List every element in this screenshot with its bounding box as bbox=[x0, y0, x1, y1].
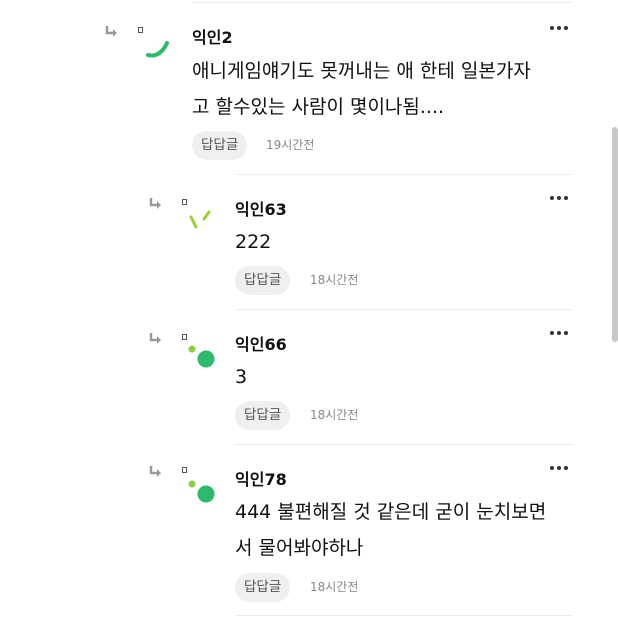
more-options-icon[interactable] bbox=[550, 193, 572, 203]
image-placeholder-icon bbox=[182, 467, 187, 473]
comment-author[interactable]: 익인78 bbox=[235, 466, 287, 490]
comment-author[interactable]: 익인66 bbox=[235, 331, 287, 355]
more-options-icon[interactable] bbox=[550, 23, 572, 33]
reply-arrow-icon bbox=[149, 466, 161, 477]
comment-text-line: 애니게임얘기도 못꺼내는 애 한테 일본가자 bbox=[192, 60, 531, 82]
divider bbox=[235, 444, 573, 445]
reply-button[interactable]: 답답글 bbox=[235, 401, 291, 430]
comment-timestamp: 18시간전 bbox=[310, 273, 359, 287]
avatar[interactable] bbox=[182, 203, 218, 239]
reply-button[interactable]: 답답글 bbox=[235, 266, 291, 295]
comment-text-line: 고 할수있는 사람이 몇이나됨.... bbox=[192, 96, 445, 118]
comment-author[interactable]: 익인2 bbox=[192, 24, 233, 48]
avatar[interactable] bbox=[182, 340, 218, 376]
comment-timestamp: 19시간전 bbox=[266, 138, 315, 152]
comment-timestamp: 18시간전 bbox=[310, 580, 359, 594]
comment-author[interactable]: 익인63 bbox=[235, 196, 287, 220]
avatar[interactable] bbox=[138, 28, 174, 64]
reply-button[interactable]: 답답글 bbox=[235, 573, 291, 602]
comment-text-line: 3 bbox=[235, 366, 248, 388]
divider bbox=[235, 309, 573, 310]
divider-top bbox=[192, 2, 572, 3]
avatar[interactable] bbox=[182, 475, 218, 511]
reply-arrow-icon bbox=[149, 333, 161, 344]
comment-text-line: 222 bbox=[235, 231, 272, 253]
reply-arrow-icon bbox=[149, 198, 161, 209]
reply-button[interactable]: 답답글 bbox=[192, 131, 248, 160]
more-options-icon[interactable] bbox=[550, 328, 572, 338]
divider bbox=[235, 615, 573, 616]
divider bbox=[235, 174, 573, 175]
scrollbar-thumb[interactable] bbox=[612, 127, 618, 342]
comment-timestamp: 18시간전 bbox=[310, 408, 359, 422]
more-options-icon[interactable] bbox=[550, 463, 572, 473]
comment-text-line: 서 물어봐야하나 bbox=[235, 537, 364, 559]
comment-text-line: 444 불편해질 것 같은데 굳이 눈치보면 bbox=[235, 501, 547, 523]
reply-arrow-icon bbox=[105, 26, 117, 37]
